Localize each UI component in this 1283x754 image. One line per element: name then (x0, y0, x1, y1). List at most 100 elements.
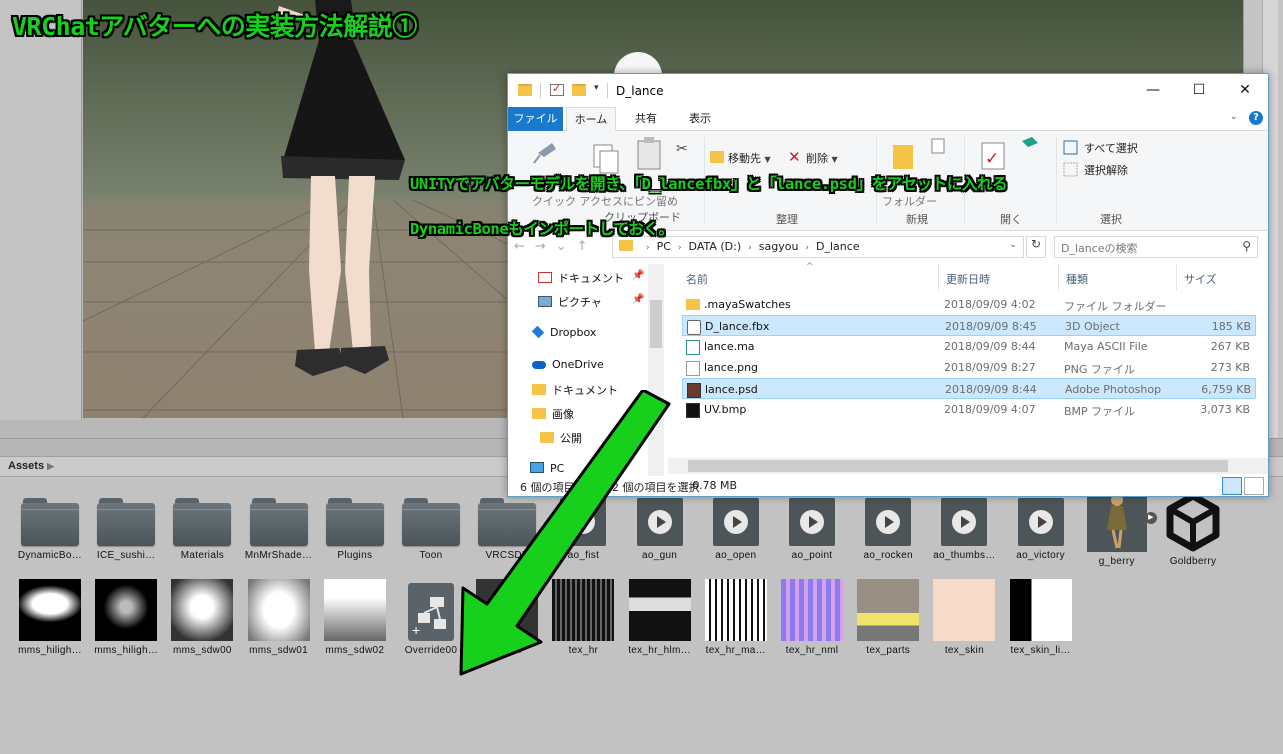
folder-body (325, 503, 384, 546)
file-row[interactable]: lance.psd 2018/09/09 8:44 Adobe Photoshop 6… (682, 378, 1256, 399)
asset-item[interactable]: Plugins (317, 490, 393, 561)
asset-item[interactable]: ao_victory (1003, 490, 1079, 561)
paste-icon (637, 137, 661, 170)
file-name: UV.bmp (704, 403, 747, 416)
select-none-icon (1063, 162, 1078, 177)
select-all-button[interactable]: すべて選択 (1084, 140, 1138, 156)
asset-label: ao_victory (1016, 550, 1065, 561)
column-header-date[interactable]: 更新日時 (946, 271, 990, 287)
maximize-button[interactable]: ☐ (1176, 74, 1222, 107)
asset-item[interactable]: mms_sdw01 (241, 579, 317, 656)
nav-item-onedrive[interactable]: OneDrive (532, 358, 604, 371)
refresh-button[interactable]: ↻ (1026, 236, 1046, 258)
address-crumb-sagyou[interactable]: sagyou (759, 240, 799, 253)
address-crumb-current[interactable]: D_lance (816, 240, 860, 253)
tab-file[interactable]: ファイル (508, 107, 563, 131)
svg-text:✓: ✓ (985, 149, 999, 169)
asset-item[interactable]: tex_parts (850, 579, 926, 656)
asset-label: Materials (180, 550, 225, 561)
asset-item[interactable]: ao_thumbs… (926, 490, 1002, 561)
asset-item[interactable]: tex_skin (926, 579, 1002, 656)
file-date: 2018/09/09 8:27 (944, 361, 1036, 374)
address-crumb-data[interactable]: DATA (D:) (689, 240, 742, 253)
pin-icon[interactable]: 📌 (632, 270, 644, 281)
new-folder-button[interactable]: フォルダー (882, 193, 937, 209)
file-type: PNG ファイル (1064, 363, 1135, 376)
nav-item-dropbox[interactable]: Dropbox (531, 325, 596, 339)
breadcrumb-assets[interactable]: Assets (8, 460, 44, 472)
asset-item[interactable]: ao_open (698, 490, 774, 561)
animation-clip-icon (865, 498, 912, 546)
file-type: ファイル フォルダー (1064, 300, 1167, 313)
file-row[interactable]: UV.bmp 2018/09/09 4:07 BMP ファイル 3,073 KB (682, 399, 1256, 420)
column-separator[interactable] (1176, 264, 1177, 290)
asset-item[interactable]: tex_skin_li… (1003, 579, 1079, 656)
file-row[interactable]: lance.png 2018/09/09 8:27 PNG ファイル 273 KB (682, 357, 1256, 378)
png-file-icon (686, 361, 700, 376)
asset-item[interactable]: mms_hiligh… (12, 579, 88, 656)
cut-icon: ✂ (676, 141, 688, 157)
column-header-size[interactable]: サイズ (1184, 271, 1217, 287)
asset-item[interactable]: mms_sdw00 (164, 579, 240, 656)
asset-item[interactable]: tex_hr_ma… (698, 579, 774, 656)
search-input[interactable]: D_lanceの検索 ⚲ (1054, 236, 1258, 258)
quickaccess-dropdown-icon[interactable]: ▾ (594, 83, 599, 93)
move-to-button[interactable]: 移動先 ▼ (728, 150, 771, 166)
column-header-type[interactable]: 種類 (1066, 271, 1088, 287)
help-icon[interactable]: ? (1249, 111, 1263, 125)
file-row[interactable]: lance.ma 2018/09/09 8:44 Maya ASCII File 26… (682, 336, 1256, 357)
asset-item[interactable]: Materials (164, 490, 240, 561)
asset-item[interactable]: Goldberry (1155, 490, 1231, 567)
pin-icon[interactable]: 📌 (632, 294, 644, 305)
asset-item[interactable]: mms_hiligh… (88, 579, 164, 656)
properties-icon[interactable] (550, 82, 564, 96)
ribbon-collapse-icon[interactable]: ⌄ (1230, 112, 1238, 122)
column-separator[interactable] (938, 264, 939, 290)
scrollbar-thumb[interactable] (650, 300, 662, 348)
asset-label: ao_rocken (863, 550, 913, 561)
folder-icon (173, 498, 232, 546)
asset-item[interactable]: DynamicBo… (12, 490, 88, 561)
delete-button[interactable]: 削除 ▼ (806, 150, 838, 166)
asset-item[interactable]: ao_rocken (850, 490, 926, 561)
tab-share[interactable]: 共有 (624, 107, 668, 131)
column-header-name[interactable]: 名前 (686, 271, 708, 287)
file-row[interactable]: .mayaSwatches 2018/09/09 4:02 ファイル フォルダー (682, 294, 1256, 315)
select-none-button[interactable]: 選択解除 (1084, 162, 1128, 178)
horizontal-scrollbar[interactable] (668, 458, 1268, 474)
file-row[interactable]: D_lance.fbx 2018/09/09 8:45 3D Object 185 K… (682, 315, 1256, 336)
tab-home[interactable]: ホーム (566, 107, 616, 132)
chevron-down-icon[interactable]: ⌄ (1009, 240, 1017, 250)
pin-quickaccess-label[interactable]: クイック アクセスにピン留め (532, 193, 678, 209)
folder-body (402, 503, 460, 546)
scrollbar-thumb[interactable] (688, 460, 1228, 472)
asset-item[interactable]: ao_point (774, 490, 850, 561)
address-bar[interactable]: › PC › DATA (D:) › sagyou › D_lance ⌄ (612, 236, 1024, 258)
minimize-button[interactable]: — (1130, 74, 1176, 107)
asset-item[interactable]: MnMrShade… (241, 490, 317, 561)
texture-thumbnail (1009, 579, 1072, 641)
asset-label: ao_open (715, 550, 757, 561)
details-view-button[interactable] (1222, 477, 1242, 495)
nav-buttons[interactable]: ←→⌄↑ (514, 239, 598, 254)
explorer-titlebar[interactable]: ▾ D_lance — ☐ ✕ (508, 74, 1268, 107)
play-icon (723, 510, 748, 534)
nav-item-documents[interactable]: ドキュメント (538, 270, 624, 286)
ma-file-icon (686, 340, 700, 355)
asset-item[interactable]: mms_sdw02 (317, 579, 393, 656)
address-crumb-pc[interactable]: PC (657, 240, 671, 253)
file-size: 185 KB (1211, 320, 1251, 333)
new-folder-icon[interactable] (572, 84, 586, 96)
tab-view[interactable]: 表示 (678, 107, 722, 131)
asset-item[interactable]: ICE_sushi… (88, 490, 164, 561)
file-size: 273 KB (1210, 361, 1250, 374)
chevron-right-icon: › (646, 243, 650, 253)
nav-label: ピクチャ (558, 296, 602, 309)
close-button[interactable]: ✕ (1222, 74, 1268, 107)
play-icon (876, 510, 901, 534)
large-icons-view-button[interactable] (1244, 477, 1264, 495)
nav-item-pictures[interactable]: ピクチャ (538, 294, 602, 310)
asset-item[interactable]: tex_hr_nml (774, 579, 850, 656)
asset-item[interactable]: ▶ g_berry (1079, 490, 1157, 567)
column-separator[interactable] (1058, 264, 1059, 290)
